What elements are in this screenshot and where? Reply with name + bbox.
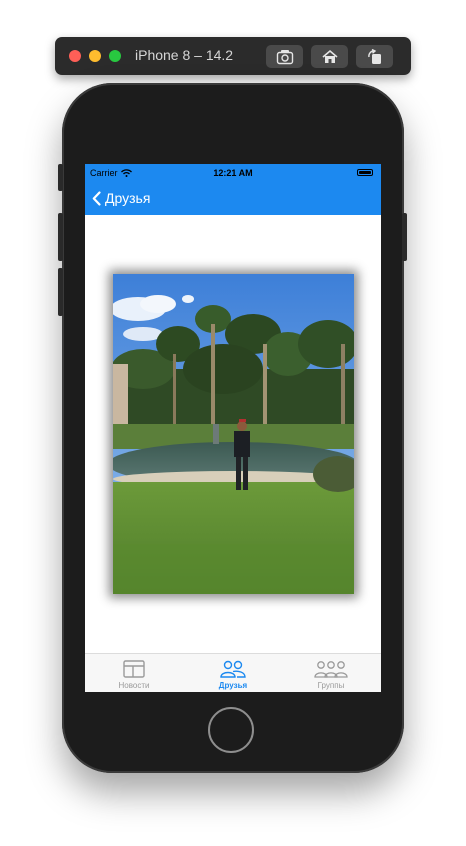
volume-down-button	[58, 268, 63, 316]
navigation-bar: Друзья	[85, 182, 381, 215]
simulator-title: iPhone 8 – 14.2	[135, 47, 234, 63]
status-time: 12:21 AM	[213, 168, 253, 178]
rotate-button[interactable]	[356, 45, 393, 68]
mute-switch	[58, 164, 63, 191]
volume-up-button	[58, 213, 63, 261]
tab-friends[interactable]: Друзья	[184, 654, 282, 692]
minimize-window-button[interactable]	[89, 50, 101, 62]
tab-news-label: Новости	[118, 681, 150, 690]
zoom-window-button[interactable]	[109, 50, 121, 62]
chevron-left-icon	[92, 190, 101, 206]
tab-friends-label: Друзья	[218, 681, 248, 690]
device-screen: Carrier 12:21 AM Друзья Новости Друзья Г…	[85, 164, 381, 692]
photo-icon	[113, 274, 354, 594]
friend-photo[interactable]	[113, 274, 354, 594]
rotate-icon	[367, 48, 381, 64]
screenshot-icon	[276, 49, 293, 64]
battery-icon	[357, 169, 373, 176]
back-button[interactable]: Друзья	[92, 190, 150, 206]
tab-bar: Новости Друзья Группы	[85, 653, 381, 692]
home-sim-button[interactable]	[311, 45, 348, 68]
tab-groups-label: Группы	[317, 681, 345, 690]
simulator-titlebar: iPhone 8 – 14.2	[55, 37, 411, 75]
friends-icon	[220, 660, 246, 678]
close-window-button[interactable]	[69, 50, 81, 62]
tab-news[interactable]: Новости	[85, 654, 183, 692]
power-button	[402, 213, 407, 261]
news-icon	[123, 660, 145, 678]
groups-icon	[314, 661, 348, 678]
screenshot-button[interactable]	[266, 45, 303, 68]
back-button-label: Друзья	[105, 190, 151, 206]
home-icon	[321, 49, 338, 63]
home-button[interactable]	[208, 707, 254, 753]
tab-groups[interactable]: Группы	[282, 654, 380, 692]
status-bar: Carrier 12:21 AM	[85, 164, 381, 182]
